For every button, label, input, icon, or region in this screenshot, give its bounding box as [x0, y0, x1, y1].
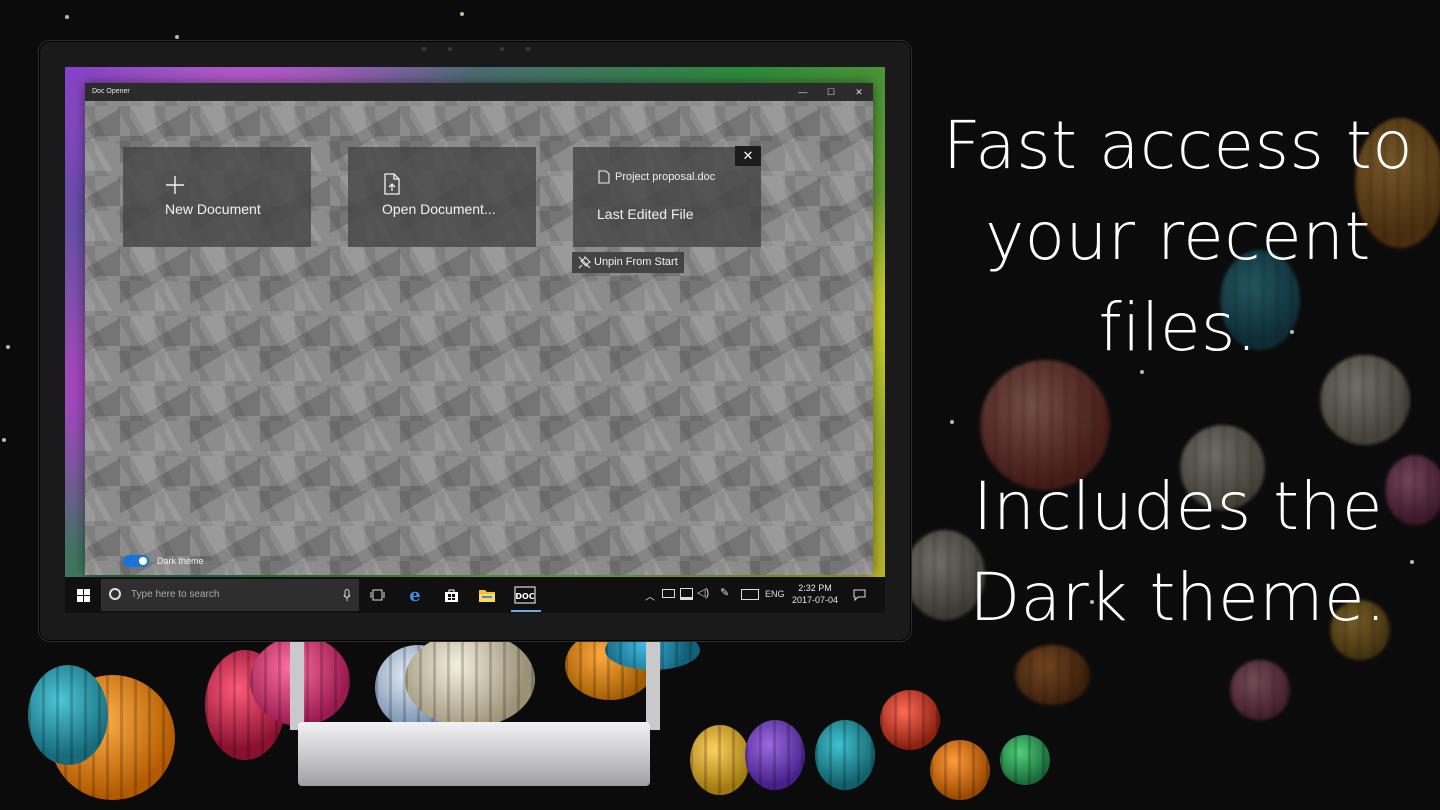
dark-theme-toggle[interactable]: Dark theme [123, 555, 204, 567]
lantern-decoration [1000, 735, 1050, 785]
microphone-icon[interactable] [343, 589, 351, 602]
minimize-button[interactable]: — [789, 83, 817, 101]
new-document-tile[interactable]: New Document [123, 147, 311, 247]
task-view-button[interactable] [359, 577, 395, 613]
lantern-decoration [1230, 660, 1290, 720]
unpin-close-button[interactable]: ✕ [735, 146, 761, 166]
task-view-icon [370, 589, 384, 601]
doc-opener-app-icon: DOC [514, 586, 536, 604]
lantern-decoration [28, 665, 108, 765]
camera-dot [526, 47, 530, 51]
open-file-icon [384, 173, 400, 195]
edge-icon: e [409, 584, 421, 606]
windows-logo-icon [76, 588, 90, 602]
camera-dot [422, 47, 426, 51]
keyboard-icon[interactable] [741, 589, 759, 600]
maximize-button[interactable]: ☐ [817, 83, 845, 101]
system-clock[interactable]: 2:32 PM 2017-07-04 [791, 582, 839, 606]
sparkle-decoration [460, 12, 464, 16]
sparkle-decoration [175, 35, 179, 39]
promo-line: Includes the [973, 468, 1383, 545]
camera-dot [500, 47, 504, 51]
action-center-icon[interactable] [853, 589, 866, 601]
toggle-switch[interactable] [123, 555, 149, 567]
recent-file-name: Project proposal.doc [615, 171, 716, 183]
promo-headline-recent-files: Fast access to your recent files. [928, 100, 1428, 373]
dark-theme-label: Dark theme [157, 556, 204, 566]
network-icon[interactable] [680, 588, 693, 600]
taskbar-search-box[interactable]: Type here to search [101, 579, 359, 611]
lantern-decoration [690, 725, 750, 795]
show-hidden-icons-icon[interactable]: ︿ [645, 588, 655, 603]
active-app-indicator [511, 610, 541, 612]
lantern-decoration [1015, 645, 1090, 705]
last-edited-label: Last Edited File [597, 206, 694, 222]
edge-button[interactable]: e [397, 577, 433, 613]
open-document-tile[interactable]: Open Document... [348, 147, 536, 247]
surface-studio-device: Doc Opener — ☐ ✕ New Document Open Docum… [38, 40, 912, 642]
sparkle-decoration [950, 420, 954, 424]
clock-time: 2:32 PM [798, 583, 832, 593]
search-placeholder: Type here to search [131, 589, 220, 600]
unpin-from-start-button[interactable]: Unpin From Start [572, 252, 684, 273]
folder-icon [479, 589, 495, 602]
lantern-decoration [745, 720, 805, 790]
new-document-label: New Document [165, 201, 261, 217]
language-indicator[interactable]: ENG [765, 589, 785, 599]
store-icon [444, 589, 458, 602]
close-button[interactable]: ✕ [845, 83, 873, 101]
sparkle-decoration [2, 438, 6, 442]
doc-opener-taskbar-button[interactable]: DOC [507, 577, 543, 613]
camera-dot [448, 47, 452, 51]
battery-icon[interactable] [662, 589, 675, 598]
toggle-knob [139, 557, 147, 565]
cortana-icon [109, 588, 121, 600]
promo-line: files. [1098, 289, 1258, 366]
open-document-label: Open Document... [382, 201, 496, 217]
pen-icon[interactable]: ✎ [720, 586, 729, 599]
unpin-icon [578, 256, 591, 269]
sparkle-decoration [6, 345, 10, 349]
promo-line: Fast access to [942, 107, 1414, 184]
plus-icon [166, 176, 184, 194]
lantern-decoration [815, 720, 875, 790]
start-button[interactable] [65, 577, 101, 613]
app-client-area: New Document Open Document... Project pr… [85, 101, 873, 575]
clock-date: 2017-07-04 [791, 595, 839, 605]
app-window: Doc Opener — ☐ ✕ New Document Open Docum… [85, 83, 873, 575]
taskbar: Type here to search e DOC ︿ ◁) ✎ ENG 2:3… [65, 577, 885, 613]
store-button[interactable] [433, 577, 469, 613]
file-explorer-button[interactable] [469, 577, 505, 613]
window-titlebar[interactable]: Doc Opener — ☐ ✕ [85, 83, 873, 101]
unpin-label: Unpin From Start [594, 256, 678, 268]
monitor-stand-arm [290, 640, 660, 730]
svg-text:DOC: DOC [515, 592, 534, 601]
sparkle-decoration [65, 15, 69, 19]
lantern-decoration [880, 690, 940, 750]
lantern-decoration [930, 740, 990, 800]
promo-headline-dark-theme: Includes the Dark theme. [928, 461, 1428, 643]
promo-line: Dark theme. [969, 559, 1387, 636]
volume-icon[interactable]: ◁) [697, 586, 709, 599]
monitor-stand-base [298, 722, 650, 786]
document-icon [598, 170, 610, 184]
promo-line: your recent [985, 198, 1371, 275]
last-edited-file-tile[interactable]: Project proposal.doc Last Edited File [573, 147, 761, 247]
window-title: Doc Opener [92, 88, 130, 95]
device-screen: Doc Opener — ☐ ✕ New Document Open Docum… [65, 67, 885, 613]
